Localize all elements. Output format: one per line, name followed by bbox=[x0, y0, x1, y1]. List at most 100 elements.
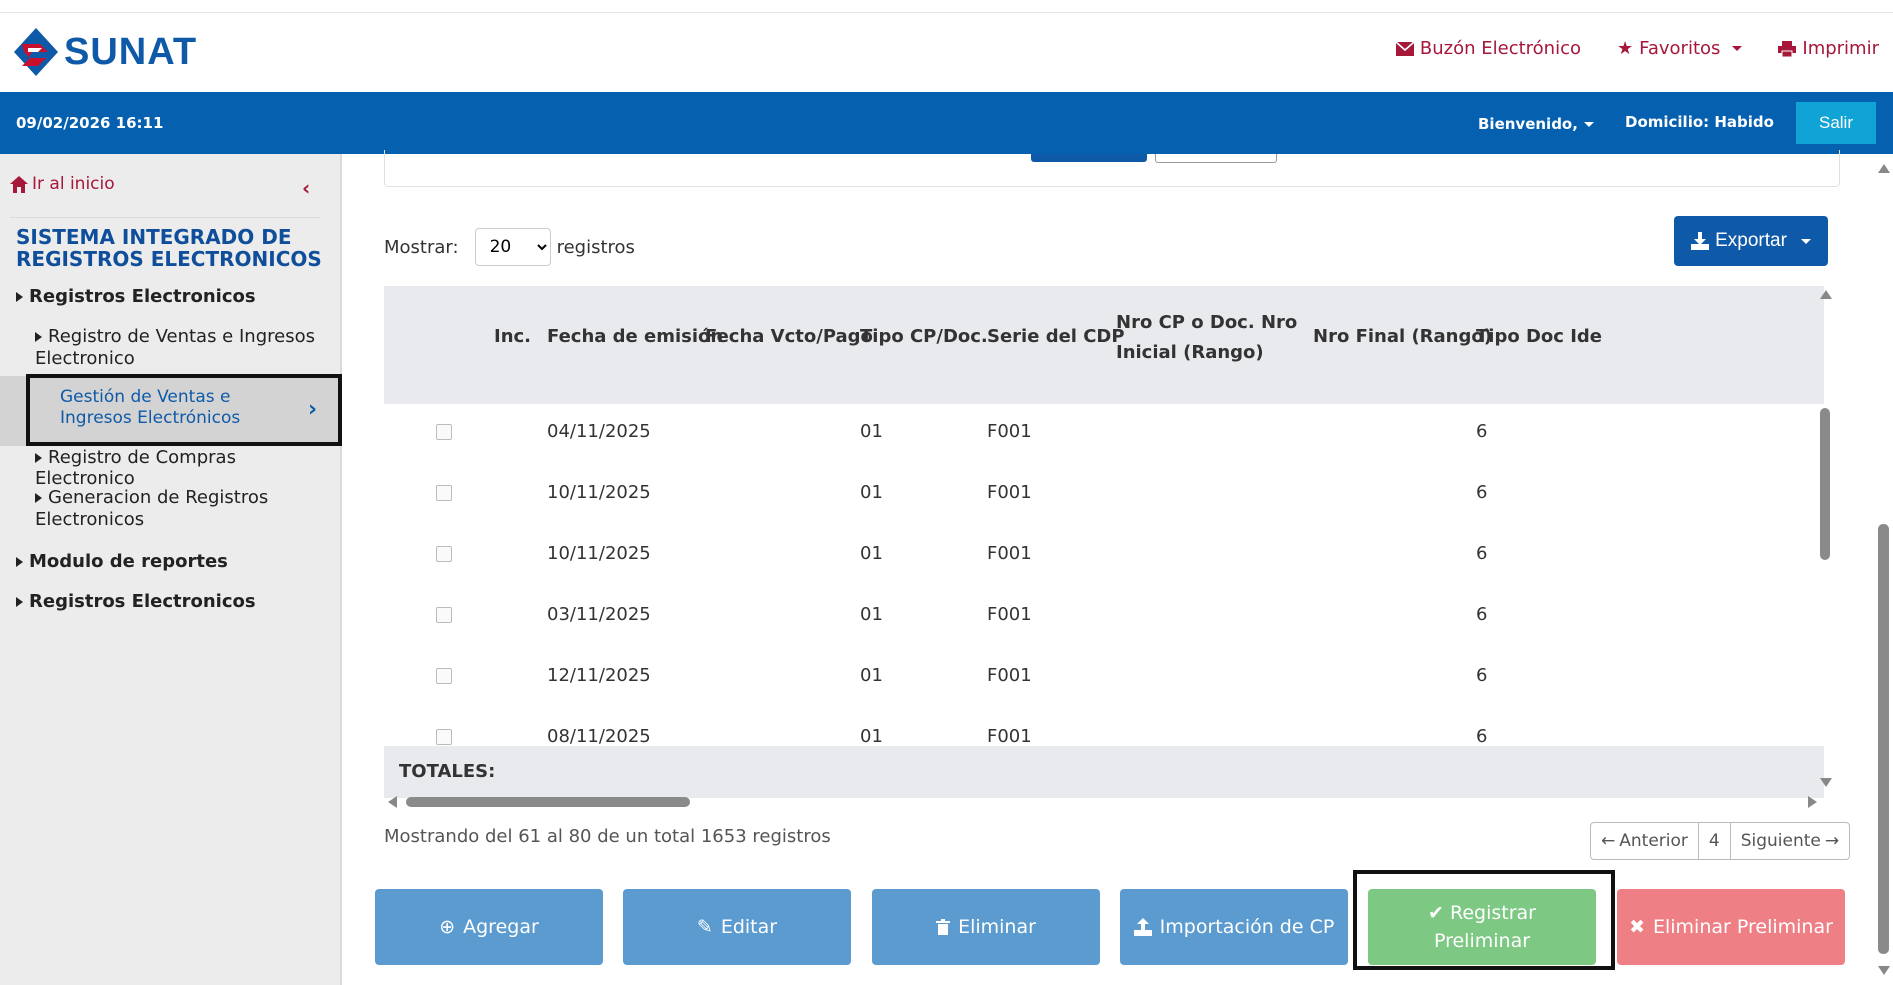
sidebar-divider bbox=[10, 217, 320, 218]
row-checkbox[interactable] bbox=[436, 546, 452, 562]
col-fecha-emision[interactable]: Fecha de emisión bbox=[547, 322, 723, 352]
caret-right-icon bbox=[35, 332, 42, 342]
plus-circle-icon: ⊕ bbox=[439, 916, 456, 938]
sidebar-item-label: Registro de Compras Electronico bbox=[35, 447, 236, 489]
chevron-down-icon bbox=[1583, 121, 1594, 127]
sidebar-item-modulo-reportes[interactable]: Modulo de reportes bbox=[16, 551, 228, 572]
user-menu[interactable]: Bienvenido, bbox=[1478, 115, 1594, 133]
sidebar-item-registro-compras[interactable]: Registro de Compras Electronico bbox=[35, 447, 340, 489]
main-content: Mostrar: 20 registros Exportar Inc. Fech… bbox=[342, 150, 1893, 985]
sunat-logo[interactable]: SUNAT bbox=[10, 24, 197, 80]
page-scroll-down-icon[interactable] bbox=[1878, 966, 1890, 975]
table-vertical-scrollbar[interactable] bbox=[1820, 408, 1830, 560]
arrow-left-icon: ← bbox=[1601, 831, 1616, 851]
table-scroll-up-icon[interactable] bbox=[1820, 290, 1832, 299]
cell-serie: F001 bbox=[987, 482, 1032, 503]
favoritos-label: Favoritos bbox=[1639, 38, 1721, 59]
sidebar-item-registro-ventas[interactable]: Registro de Ventas e Ingresos Electronic… bbox=[35, 326, 335, 370]
cell-tipo-doc: 6 bbox=[1476, 604, 1488, 625]
col-nro-cp-line2: Inicial (Rango) bbox=[1116, 342, 1264, 363]
export-label: Exportar bbox=[1715, 230, 1787, 251]
pagination: ← Anterior 4 Siguiente → bbox=[1590, 822, 1851, 860]
col-tipo-cp[interactable]: Tipo CP/Doc. bbox=[860, 322, 988, 352]
importacion-button[interactable]: Importación de CP bbox=[1120, 889, 1348, 965]
logout-button[interactable]: Salir bbox=[1796, 102, 1876, 144]
table-row[interactable]: 03/11/2025 01 F001 6 bbox=[384, 587, 1824, 649]
printer-icon bbox=[1778, 40, 1797, 57]
caret-right-icon bbox=[16, 557, 23, 567]
sidebar: Ir al inicio ‹ SISTEMA INTEGRADO DE REGI… bbox=[0, 154, 342, 985]
eliminar-preliminar-button[interactable]: ✖ Eliminar Preliminar bbox=[1617, 889, 1845, 965]
download-icon bbox=[1691, 232, 1710, 250]
cell-fecha: 04/11/2025 bbox=[547, 421, 651, 442]
row-checkbox[interactable] bbox=[436, 607, 452, 623]
domicilio-status: Domicilio: Habido bbox=[1625, 113, 1774, 131]
col-nro-final[interactable]: Nro Final (Rango) bbox=[1313, 322, 1492, 352]
prev-label: Anterior bbox=[1619, 831, 1688, 851]
favoritos-dropdown[interactable]: ★ Favoritos bbox=[1617, 38, 1743, 59]
scroll-left-icon[interactable] bbox=[388, 796, 397, 808]
cell-tipo: 01 bbox=[860, 665, 883, 686]
table-row[interactable]: 10/11/2025 01 F001 6 bbox=[384, 465, 1824, 527]
agregar-label: Agregar bbox=[463, 916, 539, 938]
page-scroll-up-icon[interactable] bbox=[1878, 164, 1890, 173]
col-nro-cp[interactable]: Nro CP o Doc. Nro Inicial (Rango) bbox=[1116, 308, 1297, 368]
records-summary: Mostrando del 61 al 80 de un total 1653 … bbox=[384, 826, 831, 847]
cell-tipo: 01 bbox=[860, 543, 883, 564]
logo-text: SUNAT bbox=[64, 30, 198, 73]
col-inc[interactable]: Inc. bbox=[494, 322, 531, 352]
row-checkbox[interactable] bbox=[436, 668, 452, 684]
welcome-label: Bienvenido, bbox=[1478, 115, 1578, 133]
table-row[interactable]: 12/11/2025 01 F001 6 bbox=[384, 648, 1824, 710]
horizontal-scroll-thumb[interactable] bbox=[406, 797, 690, 807]
table-horizontal-scrollbar[interactable] bbox=[384, 792, 1824, 812]
close-icon: ✖ bbox=[1629, 916, 1645, 938]
sidebar-item-generacion-registros[interactable]: Generacion de Registros Electronicos bbox=[35, 487, 335, 531]
editar-button[interactable]: ✎ Editar bbox=[623, 889, 851, 965]
table-row[interactable]: 04/11/2025 01 F001 6 bbox=[384, 404, 1824, 466]
col-fecha-vcto[interactable]: Fecha Vcto/Pago bbox=[705, 322, 873, 352]
eliminar-button[interactable]: Eliminar bbox=[872, 889, 1100, 965]
search-button[interactable] bbox=[1031, 154, 1147, 162]
imprimir-link[interactable]: Imprimir bbox=[1778, 38, 1879, 59]
collapse-sidebar-icon[interactable]: ‹ bbox=[302, 176, 310, 200]
row-checkbox[interactable] bbox=[436, 485, 452, 501]
caret-right-icon bbox=[35, 453, 42, 463]
table-scroll-down-icon[interactable] bbox=[1820, 778, 1832, 787]
current-page[interactable]: 4 bbox=[1699, 823, 1731, 859]
export-dropdown-button[interactable]: Exportar bbox=[1674, 216, 1828, 266]
session-datetime: 09/02/2026 16:11 bbox=[16, 114, 164, 132]
cell-tipo: 01 bbox=[860, 604, 883, 625]
cell-tipo: 01 bbox=[860, 726, 883, 747]
chevron-down-icon bbox=[1800, 238, 1811, 244]
pencil-icon: ✎ bbox=[696, 916, 713, 938]
table-header: Inc. Fecha de emisión Fecha Vcto/Pago Ti… bbox=[384, 286, 1824, 404]
col-serie[interactable]: Serie del CDP bbox=[987, 322, 1125, 352]
envelope-icon bbox=[1395, 41, 1414, 56]
imprimir-label: Imprimir bbox=[1802, 38, 1879, 59]
row-checkbox[interactable] bbox=[436, 729, 452, 745]
buzon-link[interactable]: Buzón Electrónico bbox=[1395, 38, 1581, 59]
cell-serie: F001 bbox=[987, 604, 1032, 625]
table-row[interactable]: 10/11/2025 01 F001 6 bbox=[384, 526, 1824, 588]
row-checkbox[interactable] bbox=[436, 424, 452, 440]
agregar-button[interactable]: ⊕ Agregar bbox=[375, 889, 603, 965]
mostrar-label: Mostrar: bbox=[384, 236, 459, 258]
col-tipo-doc[interactable]: Tipo Doc Ide bbox=[1476, 322, 1602, 352]
next-page-button[interactable]: Siguiente → bbox=[1731, 823, 1849, 859]
sunat-logo-icon bbox=[14, 28, 58, 76]
filter-panel bbox=[384, 150, 1840, 187]
sidebar-item-registros-electronicos[interactable]: Registros Electronicos bbox=[16, 286, 256, 307]
prev-page-button[interactable]: ← Anterior bbox=[1591, 823, 1699, 859]
clear-button[interactable] bbox=[1155, 154, 1277, 163]
eliminar-label: Eliminar bbox=[958, 916, 1036, 938]
home-link[interactable]: Ir al inicio bbox=[10, 174, 115, 194]
cell-tipo: 01 bbox=[860, 482, 883, 503]
page-vertical-scrollbar[interactable] bbox=[1874, 154, 1893, 985]
cell-tipo-doc: 6 bbox=[1476, 543, 1488, 564]
page-scroll-thumb[interactable] bbox=[1878, 524, 1889, 954]
home-icon bbox=[10, 175, 28, 193]
sidebar-item-registros-electronicos-2[interactable]: Registros Electronicos bbox=[16, 591, 256, 612]
page-size-select[interactable]: 20 bbox=[474, 228, 551, 266]
scroll-right-icon[interactable] bbox=[1808, 796, 1817, 808]
